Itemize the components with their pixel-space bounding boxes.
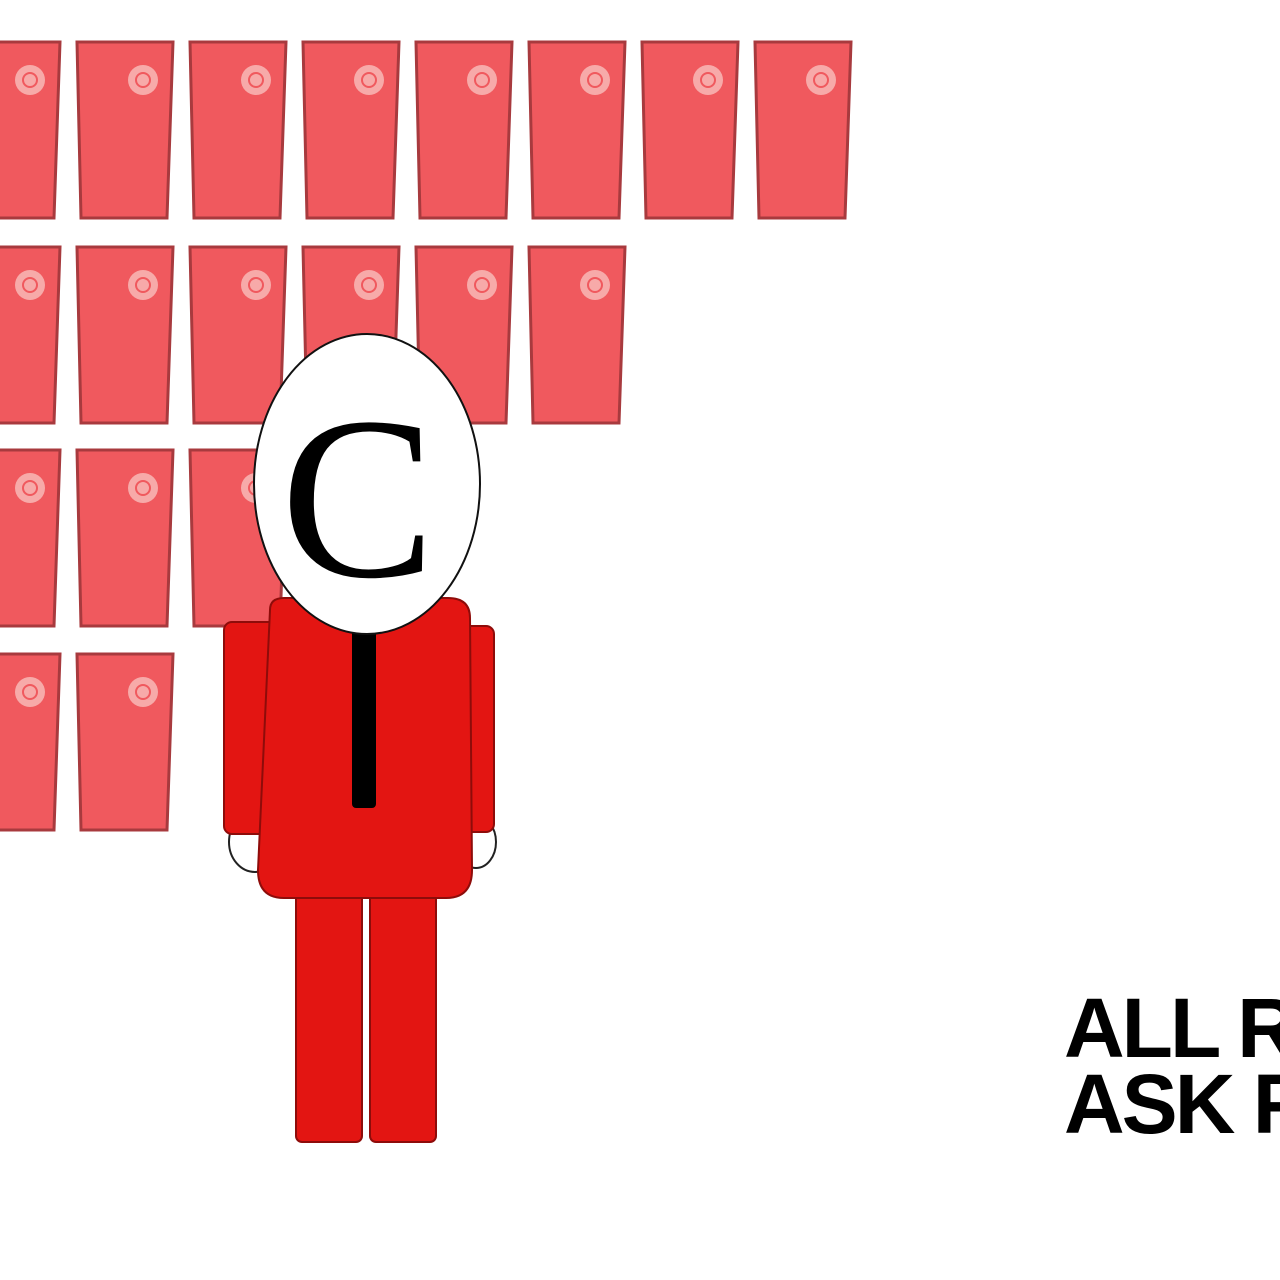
copyright-badge-icon — [467, 270, 497, 300]
copyright-badge-icon — [693, 65, 723, 95]
door — [0, 448, 62, 628]
copyright-badge-icon — [580, 270, 610, 300]
copyright-badge-icon — [241, 270, 271, 300]
door — [75, 40, 175, 220]
copyright-badge-icon — [580, 65, 610, 95]
door — [301, 40, 401, 220]
door — [75, 448, 175, 628]
copyright-badge-icon — [467, 65, 497, 95]
door — [188, 245, 288, 425]
head-letter: C — [281, 370, 436, 627]
left-leg — [295, 879, 363, 1143]
caption-line-2: ASK F — [1064, 1057, 1280, 1151]
copyright-badge-icon — [354, 65, 384, 95]
door — [0, 652, 62, 832]
copyright-badge-icon — [354, 270, 384, 300]
copyright-badge-icon — [806, 65, 836, 95]
door — [75, 652, 175, 832]
door — [640, 40, 740, 220]
right-leg — [369, 879, 437, 1143]
copyright-badge-icon — [241, 65, 271, 95]
caption-text: ALL R ASK F — [1064, 990, 1280, 1180]
door — [527, 40, 627, 220]
copyright-badge-icon — [128, 473, 158, 503]
door — [0, 245, 62, 425]
copyright-badge-icon — [15, 677, 45, 707]
copyright-badge-icon — [128, 677, 158, 707]
caption-line-1: ALL R — [1064, 990, 1280, 1075]
copyright-badge-icon — [128, 65, 158, 95]
door — [75, 245, 175, 425]
door — [0, 40, 62, 220]
door — [527, 245, 627, 425]
door — [753, 40, 853, 220]
copyright-badge-icon — [128, 270, 158, 300]
copyright-badge-icon — [15, 65, 45, 95]
copyright-badge-icon — [15, 270, 45, 300]
copyright-person: C — [223, 333, 497, 1143]
copyright-badge-icon — [15, 473, 45, 503]
door — [188, 40, 288, 220]
door — [414, 40, 514, 220]
